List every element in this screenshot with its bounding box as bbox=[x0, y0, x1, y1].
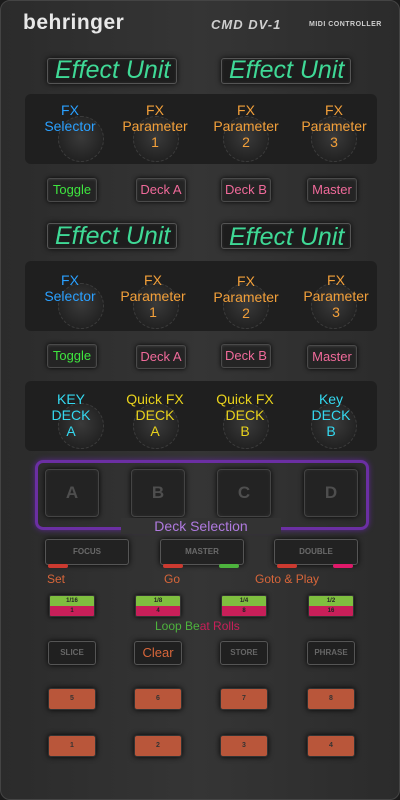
deck-b-pad[interactable]: B bbox=[131, 469, 185, 517]
loop-beat-rolls-label-part-2: at Rolls bbox=[199, 619, 240, 633]
hotcue-3-button[interactable]: 3 bbox=[220, 735, 268, 757]
fx-selector-label-2: FX Selector bbox=[44, 272, 96, 304]
effect-unit-3-title: Effect Unit bbox=[55, 222, 171, 250]
loop-roll-1-2-button[interactable]: 1/2 16 bbox=[308, 595, 354, 617]
hotcue-7-button[interactable]: 7 bbox=[220, 688, 268, 710]
fx-knob-panel-1: FX Selector FX Parameter 1 FX Parameter … bbox=[25, 94, 377, 164]
focus-button[interactable]: FOCUS bbox=[45, 539, 129, 565]
key-deck-b-label: Key DECK B bbox=[311, 391, 351, 439]
fx2-deck-b-button[interactable]: Deck B bbox=[221, 344, 271, 368]
loop-roll-1-4-button[interactable]: 1/4 8 bbox=[221, 595, 267, 617]
loop-beat-rolls-label: Loop Beat Rolls bbox=[155, 619, 240, 633]
master-led-right bbox=[219, 564, 239, 568]
slice-button[interactable]: SLICE bbox=[48, 641, 96, 665]
phrase-button[interactable]: PHRASE bbox=[307, 641, 355, 665]
hotcue-2-button[interactable]: 2 bbox=[134, 735, 182, 757]
loop-roll-1-8-bottom: 4 bbox=[136, 606, 180, 616]
model-subtitle: MIDI CONTROLLER bbox=[309, 21, 382, 28]
loop-roll-1-4-bottom: 8 bbox=[222, 606, 266, 616]
fx1-toggle-button[interactable]: Toggle bbox=[47, 178, 97, 202]
quick-fx-deck-b-label: Quick FX DECK B bbox=[216, 391, 274, 439]
loop-roll-1-8-button[interactable]: 1/8 4 bbox=[135, 595, 181, 617]
fx-parameter-2-label-2: FX Parameter 2 bbox=[213, 273, 279, 321]
fx-parameter-1-label-2: FX Parameter 1 bbox=[120, 272, 186, 320]
fx2-deck-a-button[interactable]: Deck A bbox=[136, 345, 186, 369]
double-led-right bbox=[333, 564, 353, 568]
clear-button[interactable]: Clear bbox=[134, 641, 182, 665]
double-button[interactable]: DOUBLE bbox=[274, 539, 358, 565]
hotcue-6-button[interactable]: 6 bbox=[134, 688, 182, 710]
brand-logo: behringer bbox=[23, 11, 125, 34]
loop-roll-1-16-button[interactable]: 1/16 1 bbox=[49, 595, 95, 617]
model-name: CMD DV-1 bbox=[211, 17, 282, 32]
hotcue-8-button[interactable]: 8 bbox=[307, 688, 355, 710]
loop-roll-1-8-top: 1/8 bbox=[136, 596, 180, 606]
fx-parameter-2-label: FX Parameter 2 bbox=[213, 102, 279, 150]
controller-body: behringer CMD DV-1 MIDI CONTROLLER Effec… bbox=[0, 0, 400, 800]
fx1-deck-a-button[interactable]: Deck A bbox=[136, 178, 186, 202]
deck-a-pad[interactable]: A bbox=[45, 469, 99, 517]
loop-roll-1-2-top: 1/2 bbox=[309, 596, 353, 606]
quick-fx-deck-a-label: Quick FX DECK A bbox=[126, 391, 184, 439]
loop-beat-rolls-label-part-1: Loop Be bbox=[155, 619, 200, 633]
deck-selection-label: Deck Selection bbox=[121, 518, 281, 534]
effect-unit-1-title: Effect Unit bbox=[55, 56, 171, 84]
focus-sub-label: Set bbox=[47, 572, 66, 586]
deck-d-pad[interactable]: D bbox=[304, 469, 358, 517]
fx1-master-button[interactable]: Master bbox=[307, 178, 357, 202]
key-deck-a-label: KEY DECK A bbox=[51, 391, 91, 439]
master-sub-label: Go bbox=[164, 572, 181, 586]
hotcue-1-button[interactable]: 1 bbox=[48, 735, 96, 757]
key-quickfx-panel: KEY DECK A Quick FX DECK A Quick FX DECK… bbox=[25, 381, 377, 451]
double-sub-label: Goto & Play bbox=[255, 572, 320, 586]
fx-knob-panel-2: FX Selector FX Parameter 1 FX Parameter … bbox=[25, 261, 377, 331]
loop-roll-1-16-bottom: 1 bbox=[50, 606, 94, 616]
focus-led bbox=[48, 564, 68, 568]
loop-roll-1-4-top: 1/4 bbox=[222, 596, 266, 606]
fx1-deck-b-button[interactable]: Deck B bbox=[221, 178, 271, 202]
double-led-left bbox=[277, 564, 297, 568]
fx-selector-label: FX Selector bbox=[44, 102, 96, 134]
hotcue-4-button[interactable]: 4 bbox=[307, 735, 355, 757]
master-led-left bbox=[163, 564, 183, 568]
fx-parameter-3-label-2: FX Parameter 3 bbox=[303, 272, 369, 320]
deck-c-pad[interactable]: C bbox=[217, 469, 271, 517]
loop-roll-1-2-bottom: 16 bbox=[309, 606, 353, 616]
fx2-toggle-button[interactable]: Toggle bbox=[47, 344, 97, 368]
store-button[interactable]: STORE bbox=[220, 641, 268, 665]
fx-parameter-1-label: FX Parameter 1 bbox=[122, 102, 188, 150]
master-button[interactable]: MASTER bbox=[160, 539, 244, 565]
effect-unit-4-title: Effect Unit bbox=[229, 223, 345, 251]
effect-unit-2-title: Effect Unit bbox=[229, 56, 345, 84]
fx-parameter-3-label: FX Parameter 3 bbox=[301, 102, 367, 150]
loop-roll-1-16-top: 1/16 bbox=[50, 596, 94, 606]
fx2-master-button[interactable]: Master bbox=[307, 345, 357, 369]
hotcue-5-button[interactable]: 5 bbox=[48, 688, 96, 710]
